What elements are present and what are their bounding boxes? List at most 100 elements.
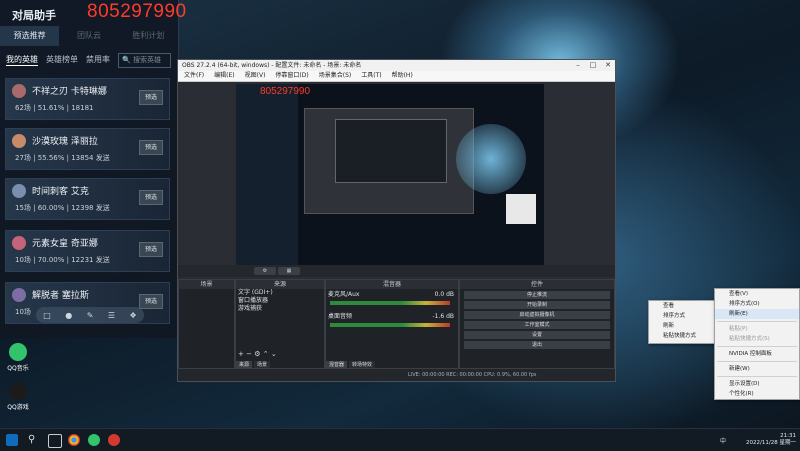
hero-stats-text: 10场	[15, 308, 31, 316]
hero-send-link[interactable]: 发送	[96, 154, 110, 162]
ime-indicator[interactable]: 中	[720, 436, 726, 445]
sources-dock-title: 来源	[236, 280, 324, 289]
system-tray[interactable]: 21:31 2022/11/28 星期一	[746, 433, 796, 447]
chat-icon[interactable]: □	[43, 311, 51, 320]
lock-icon[interactable]: ●	[65, 311, 72, 320]
hero-card[interactable]: 时间刺客 艾克 15场 | 60.00% | 12398 发送 预选	[5, 178, 170, 220]
start-recording-button[interactable]: 开始录制	[464, 301, 610, 309]
hero-avatar	[12, 184, 26, 198]
helper-title: 对局助手	[12, 9, 56, 22]
source-item[interactable]: 文字 (GDI+)	[236, 289, 324, 297]
preselect-button[interactable]: 预选	[139, 190, 163, 205]
exit-button[interactable]: 退出	[464, 341, 610, 349]
settings-icon[interactable]: ⚙	[254, 350, 260, 358]
add-icon[interactable]: +	[238, 350, 244, 358]
menu-item-paste[interactable]: 粘贴(P)	[715, 324, 799, 334]
sub-tab-ban-rate[interactable]: 禁用率	[86, 54, 110, 66]
hero-card[interactable]: 沙漠玫瑰 泽丽拉 27场 | 55.56% | 13854 发送 预选	[5, 128, 170, 170]
tab-sources[interactable]: 来源	[236, 361, 253, 368]
hero-send-link[interactable]: 发送	[96, 204, 110, 212]
hero-avatar	[12, 134, 26, 148]
helper-sub-tabs: 我的英雄 英雄榜单 禁用率	[6, 54, 110, 66]
hero-name: 时间刺客 艾克	[32, 187, 89, 197]
source-item[interactable]: 窗口播放器	[236, 297, 324, 305]
tab-scenes[interactable]: 场景	[254, 361, 271, 368]
tab-transitions[interactable]: 转场特效	[349, 361, 376, 368]
menu-item[interactable]: 粘贴快捷方式	[649, 331, 719, 341]
menu-item[interactable]: 刷新	[649, 321, 719, 331]
obs-preview-canvas[interactable]: 805297990	[236, 84, 544, 265]
sub-tab-hero-ranking[interactable]: 英雄榜单	[46, 54, 78, 66]
desktop-icon-qq-game[interactable]: QQ游戏	[0, 382, 36, 411]
qq-music-icon[interactable]	[88, 434, 100, 446]
hero-card[interactable]: 不祥之刃 卡特琳娜 62场 | 51.61% | 18181 预选	[5, 78, 170, 120]
netease-icon[interactable]	[108, 434, 120, 446]
preselect-button[interactable]: 预选	[139, 294, 163, 309]
menu-item-personalize[interactable]: 个性化(R)	[715, 389, 799, 399]
close-icon[interactable]: ✕	[601, 60, 615, 71]
settings-button[interactable]: 设置	[464, 331, 610, 339]
chrome-icon[interactable]	[68, 434, 80, 446]
hero-avatar	[12, 236, 26, 250]
desktop-icon-qq-music[interactable]: QQ音乐	[0, 343, 36, 372]
menu-item[interactable]: 查看	[649, 301, 719, 311]
move-down-icon[interactable]: ⌄	[271, 350, 277, 358]
menu-scene-collection[interactable]: 场景集合(S)	[319, 71, 352, 81]
move-up-icon[interactable]: ⌃	[263, 350, 269, 358]
source-item[interactable]: 游戏捕获	[236, 305, 324, 313]
menu-item-nvidia[interactable]: NVIDIA 控制面板	[715, 349, 799, 359]
menu-tools[interactable]: 工具(T)	[361, 71, 381, 81]
preselect-button[interactable]: 预选	[139, 90, 163, 105]
tab-recommend[interactable]: 预选推荐	[0, 26, 60, 46]
controls-dock: 控件 停止推流 开始录制 启动虚拟摄像机 工作室模式 设置 退出	[459, 279, 615, 369]
obs-menubar: 文件(F) 编辑(E) 视图(V) 停靠窗口(D) 场景集合(S) 工具(T) …	[178, 71, 615, 82]
stop-streaming-button[interactable]: 停止推流	[464, 291, 610, 299]
sources-dock: 来源 文字 (GDI+) 窗口播放器 游戏捕获 + − ⚙ ⌃ ⌄ 来源 场景	[235, 279, 325, 369]
hero-stats: 15场 | 60.00% | 12398 发送	[15, 203, 110, 213]
menu-item[interactable]: 排序方式	[649, 311, 719, 321]
hero-search-input[interactable]: 🔍 搜索英雄	[118, 53, 171, 68]
hero-stats: 10场 | 70.00% | 12231 发送	[15, 255, 110, 265]
menu-file[interactable]: 文件(F)	[184, 71, 204, 81]
mixer-channel-db: 0.0 dB	[434, 291, 454, 298]
start-icon[interactable]	[6, 434, 18, 446]
sub-tab-my-heroes[interactable]: 我的英雄	[6, 54, 38, 66]
menu-item-paste-shortcut[interactable]: 粘贴快捷方式(S)	[715, 334, 799, 344]
tab-win-plan[interactable]: 胜利计划	[119, 26, 178, 46]
menu-item-new[interactable]: 新建(W)	[715, 364, 799, 374]
menu-help[interactable]: 帮助(H)	[392, 71, 413, 81]
nested-obs-window	[304, 108, 474, 214]
menu-docks[interactable]: 停靠窗口(D)	[275, 71, 308, 81]
menu-item-view[interactable]: 查看(V)	[715, 289, 799, 299]
preselect-button[interactable]: 预选	[139, 140, 163, 155]
studio-mode-button[interactable]: 工作室模式	[464, 321, 610, 329]
virtual-camera-button[interactable]: 启动虚拟摄像机	[464, 311, 610, 319]
maximize-icon[interactable]: □	[586, 60, 600, 71]
filters-button[interactable]: ▦	[278, 267, 300, 275]
preselect-button[interactable]: 预选	[139, 242, 163, 257]
menu-edit[interactable]: 编辑(E)	[214, 71, 234, 81]
obs-titlebar: OBS 27.2.4 (64-bit, windows) - 配置文件: 未命名…	[178, 60, 615, 71]
menu-view[interactable]: 视图(V)	[245, 71, 266, 81]
edit-icon[interactable]: ✎	[87, 311, 94, 320]
list-icon[interactable]: ☰	[108, 311, 115, 320]
properties-button[interactable]: ⚙	[254, 267, 276, 275]
hero-stats-text: 27场 | 55.56% | 13854	[15, 154, 94, 162]
menu-item-sort[interactable]: 排序方式(O)	[715, 299, 799, 309]
overlay-code: 805297990	[87, 1, 187, 22]
tab-team-cloud[interactable]: 团队云	[59, 26, 118, 46]
dock-tabs: 来源 场景	[236, 361, 271, 368]
remove-icon[interactable]: −	[246, 350, 252, 358]
pin-icon[interactable]: ❖	[130, 311, 137, 320]
hero-stats-text: 10场 | 70.00% | 12231	[15, 256, 94, 264]
hero-send-link[interactable]: 发送	[96, 256, 110, 264]
menu-item-display-settings[interactable]: 显示设置(D)	[715, 379, 799, 389]
task-view-icon[interactable]	[48, 434, 62, 448]
hero-name: 解脱者 塞拉斯	[32, 291, 89, 301]
menu-item-refresh[interactable]: 刷新(E)	[715, 309, 799, 319]
hero-card[interactable]: 元素女皇 奇亚娜 10场 | 70.00% | 12231 发送 预选	[5, 230, 170, 272]
minimize-icon[interactable]: –	[571, 60, 585, 71]
search-icon[interactable]: ⚲	[28, 434, 40, 446]
tab-mixer[interactable]: 混音器	[326, 361, 348, 368]
menu-separator	[717, 361, 797, 362]
